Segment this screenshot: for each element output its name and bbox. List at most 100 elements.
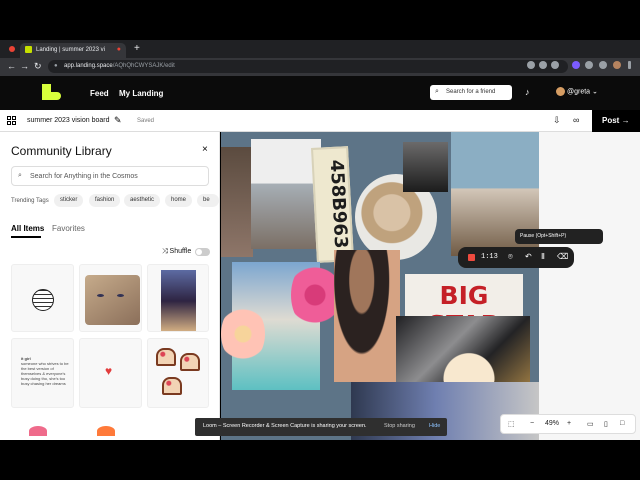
lock-icon: ● (54, 63, 58, 69)
recording-time: 1:13 (481, 253, 498, 261)
landscape-view-icon[interactable]: ▭ (587, 420, 594, 428)
night-building-image (161, 270, 196, 331)
grid-icon[interactable] (7, 116, 16, 125)
tag-home[interactable]: home (165, 194, 193, 207)
quote-text: someone who strives to be the best versi… (21, 361, 69, 386)
address-host: app.landing.space (64, 63, 113, 69)
window-close-dot[interactable] (9, 46, 15, 52)
record-dot-icon: ● (116, 46, 121, 53)
cake-image (162, 377, 182, 395)
lock-extension-icon[interactable] (551, 61, 559, 69)
restart-icon[interactable]: ↶ (525, 252, 532, 261)
forward-icon[interactable]: → (20, 61, 29, 71)
tag-aesthetic[interactable]: aesthetic (124, 194, 161, 207)
camera-icon[interactable]: ⌾ (508, 252, 513, 262)
library-item-partial[interactable] (97, 426, 115, 436)
trash-icon[interactable]: ⌫ (557, 252, 568, 261)
library-item-disco-ball[interactable] (11, 264, 74, 332)
new-tab-icon[interactable]: + (134, 43, 140, 54)
download-icon[interactable]: ⇩ (553, 115, 561, 126)
nav-my-landing[interactable]: My Landing (119, 89, 163, 98)
collage: 458B963 BIG STAR (221, 132, 539, 440)
big-star-sign: BIG STAR (405, 274, 523, 339)
it-girl-quote: it girl someone who strives to be the bes… (21, 356, 69, 386)
vision-board-canvas[interactable]: 458B963 BIG STAR (221, 132, 640, 440)
library-item-cakes[interactable] (147, 338, 209, 408)
friend-search-placeholder: Search for a friend (446, 89, 496, 95)
browser-menu-icon[interactable] (628, 61, 631, 69)
username: @greta (567, 88, 591, 96)
shuffle-toggle[interactable] (195, 248, 210, 256)
square-view-icon[interactable]: □ (620, 420, 624, 427)
pause-tooltip: Pause (Opt+Shift+P) (515, 229, 603, 244)
pencil-icon[interactable]: ✎ (114, 115, 122, 126)
zoom-out-button[interactable]: − (530, 420, 534, 427)
screen: Landing | summer 2023 vi ● + ← → ↻ ● app… (0, 0, 640, 480)
landing-logo-icon[interactable] (42, 84, 64, 100)
library-item-it-girl-quote[interactable]: it girl someone who strives to be the bes… (11, 338, 74, 408)
portrait-view-icon[interactable]: ▯ (604, 420, 608, 428)
tag-fashion[interactable]: fashion (89, 194, 121, 207)
library-item-partial[interactable] (29, 426, 47, 436)
address-bar[interactable]: ● app.landing.space/AQhQhCWYSAJK/edit (48, 60, 568, 73)
disco-ball-image (32, 289, 54, 311)
loom-recorder-controls: 1:13 ⌾ ↶ Ⅱ ⌫ (458, 247, 574, 268)
friend-search-input[interactable]: ⌕ Search for a friend (430, 85, 512, 100)
pink-flower-sticker (291, 260, 339, 330)
library-search-icon: ⌕ (18, 172, 22, 179)
sharing-banner: Loom – Screen Recorder & Screen Capture … (195, 418, 447, 436)
daisy-sticker (221, 304, 265, 364)
library-search-input[interactable]: ⌕ Search for Anything in the Cosmos (11, 166, 209, 186)
tab-all-items[interactable]: All Items (11, 224, 44, 233)
user-menu[interactable]: @greta ⌄ (556, 87, 598, 96)
trending-tags-label: Trending Tags (11, 198, 49, 204)
zoom-level: 49% (545, 420, 560, 427)
zoom-controls: ⬚ − 49% + ▭ ▯ □ (500, 414, 636, 434)
library-search-placeholder: Search for Anything in the Cosmos (30, 173, 138, 180)
post-label: Post (602, 116, 620, 125)
hide-banner-button[interactable]: Hide (429, 423, 440, 429)
library-item-face[interactable] (79, 264, 142, 332)
document-title[interactable]: summer 2023 vision board (27, 117, 110, 124)
share-extension-icon[interactable] (539, 61, 547, 69)
couple-photo (403, 142, 448, 192)
shuffle-label: ⤨ Shuffle (162, 248, 192, 255)
browser-tab[interactable]: Landing | summer 2023 vi ● (20, 43, 126, 58)
selection-icon[interactable]: ⬚ (508, 420, 515, 428)
save-status: Saved (137, 118, 155, 124)
nav-feed[interactable]: Feed (90, 89, 109, 98)
sharing-message: Loom – Screen Recorder & Screen Capture … (203, 423, 367, 429)
stop-recording-icon[interactable] (468, 254, 475, 261)
landing-favicon-icon (25, 46, 32, 53)
zoom-in-button[interactable]: + (567, 420, 571, 427)
cake-image (180, 353, 200, 371)
street-photo (221, 147, 253, 257)
avatar (556, 87, 565, 96)
close-icon[interactable]: × (202, 144, 208, 155)
tag-be[interactable]: be (197, 194, 219, 207)
tab-favorites[interactable]: Favorites (52, 224, 85, 233)
google-extension-icon[interactable] (527, 61, 535, 69)
library-title: Community Library (11, 144, 112, 158)
face-image (85, 275, 140, 325)
pause-icon[interactable]: Ⅱ (541, 252, 545, 261)
cake-image (156, 348, 176, 366)
active-tab-underline (11, 236, 41, 238)
browser-tab-title: Landing | summer 2023 vi (36, 47, 105, 53)
stop-sharing-button[interactable]: Stop sharing (384, 423, 415, 429)
address-path: /AQhQhCWYSAJK/edit (112, 63, 175, 69)
sidebar-icon[interactable] (599, 61, 607, 69)
library-item-night-building[interactable] (147, 264, 209, 332)
loom-extension-icon[interactable] (572, 61, 580, 69)
license-plate: 458B963 (311, 146, 354, 263)
back-icon[interactable]: ← (7, 61, 16, 71)
notification-bell-icon[interactable]: ♪ (525, 87, 530, 97)
puzzle-extension-icon[interactable] (585, 61, 593, 69)
search-icon: ⌕ (435, 88, 439, 95)
post-button[interactable]: Post → (592, 110, 640, 132)
library-item-heart[interactable]: ♥ (79, 338, 142, 408)
profile-avatar-icon[interactable] (613, 61, 621, 69)
tag-sticker[interactable]: sticker (54, 194, 84, 207)
link-icon[interactable]: ∞ (573, 115, 579, 125)
reload-icon[interactable]: ↻ (34, 61, 42, 72)
